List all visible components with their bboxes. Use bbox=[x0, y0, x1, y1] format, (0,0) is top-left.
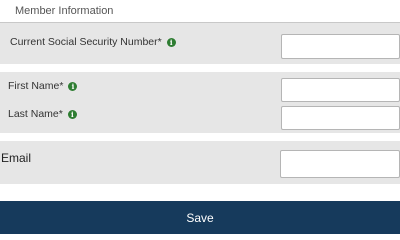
info-icon[interactable]: i bbox=[166, 37, 176, 47]
ssn-label-group: Current Social Security Number* i bbox=[10, 36, 176, 48]
save-button[interactable]: Save bbox=[0, 201, 400, 234]
ssn-input[interactable] bbox=[281, 34, 400, 59]
first-name-input[interactable] bbox=[281, 78, 400, 102]
first-name-label: First Name* bbox=[8, 80, 64, 92]
last-name-label-group: Last Name* i bbox=[8, 108, 77, 120]
first-name-label-group: First Name* i bbox=[8, 80, 78, 92]
email-label: Email bbox=[1, 151, 32, 165]
info-icon[interactable]: i bbox=[67, 109, 77, 119]
email-input[interactable] bbox=[280, 150, 400, 178]
last-name-input[interactable] bbox=[281, 106, 400, 130]
section-title: Member Information bbox=[15, 5, 114, 17]
ssn-label: Current Social Security Number* bbox=[10, 36, 162, 48]
last-name-label: Last Name* bbox=[8, 108, 63, 120]
info-icon[interactable]: i bbox=[68, 81, 78, 91]
